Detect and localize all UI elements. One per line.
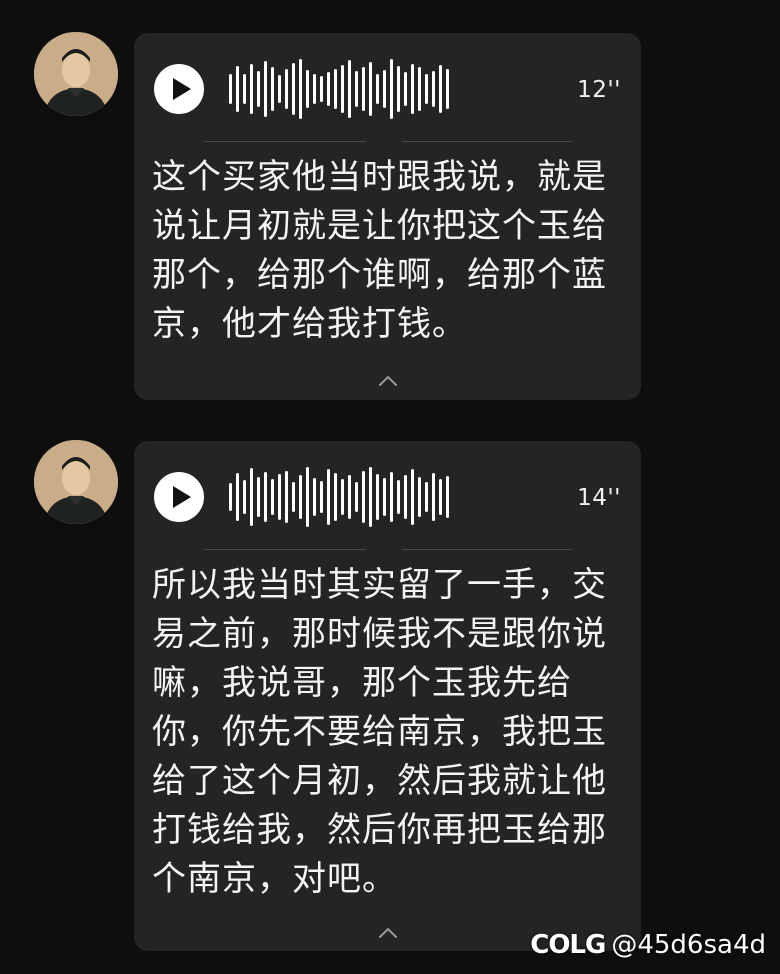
play-icon [173,78,191,100]
collapse-button[interactable] [375,371,401,391]
chevron-up-icon [379,927,397,938]
chat-page: 12'' 这个买家他当时跟我说，就是说让月初就是让你把这个玉给那个，给那个谁啊，… [0,0,780,974]
waveform-bar [250,64,253,114]
waveform-bar [271,67,274,111]
waveform-bar [285,471,288,523]
waveform-bar [362,471,365,523]
divider-left [204,141,366,142]
waveform-bar [383,70,386,108]
collapse-button[interactable] [375,923,401,943]
watermark-logo: COLG [530,930,606,960]
waveform-bar [446,476,449,518]
divider-left [204,549,366,550]
waveform-bar [418,67,421,111]
waveform-bar [292,63,295,115]
waveform-bar [264,61,267,117]
chevron-up-icon [379,375,397,386]
avatar[interactable] [34,32,118,116]
waveform-bar [320,481,323,513]
waveform-bar [250,468,253,526]
waveform-bar [369,467,372,527]
waveform-bar [285,69,288,109]
waveform-bar [432,71,435,107]
waveform-bar [243,480,246,514]
waveform-bar [292,482,295,512]
waveform-bar [376,74,379,104]
waveform-bar [355,71,358,107]
waveform-bar [439,479,442,515]
waveform-bar [397,66,400,112]
waveform-bar [348,475,351,519]
waveform-bar [425,482,428,512]
waveform-bar [397,480,400,514]
waveform-bar [264,472,267,522]
waveform-bar [229,74,232,104]
waveform-bar [348,60,351,118]
waveform-bar [278,474,281,520]
voice-message-bubble[interactable]: 14'' 所以我当时其实留了一手，交易之前，那时候我不是跟你说嘛，我说哥，那个玉… [134,441,641,951]
waveform-bar [334,473,337,521]
voice-transcript: 这个买家他当时跟我说，就是说让月初就是让你把这个玉给那个，给那个谁啊，给那个蓝京… [152,157,607,344]
waveform-bar [383,478,386,516]
waveform-bar [404,72,407,106]
play-icon [173,486,191,508]
voice-duration: 14'' [577,485,621,511]
waveform-bar [257,71,260,107]
waveform-bar [327,469,330,525]
waveform-bar [320,76,323,102]
waveform-bar [306,70,309,108]
waveform-bar [404,475,407,519]
waveform-bar [341,479,344,515]
waveform-bar [313,478,316,516]
divider-right [402,549,572,550]
watermark-handle: @45d6sa4d [611,930,766,960]
voice-message-bubble[interactable]: 12'' 这个买家他当时跟我说，就是说让月初就是让你把这个玉给那个，给那个谁啊，… [134,33,641,400]
voice-player: 14'' [134,441,641,551]
waveform-bar [341,65,344,113]
avatar[interactable] [34,440,118,524]
watermark: COLG @45d6sa4d [530,930,766,960]
waveform-bar [411,64,414,114]
waveform-bar [327,72,330,106]
divider-right [402,141,572,142]
waveform-bar [425,74,428,104]
waveform-bar [299,59,302,119]
voice-player: 12'' [134,33,641,143]
waveform-bar [257,477,260,517]
waveform-bar [446,69,449,109]
waveform-bar [334,69,337,109]
waveform-bar [313,74,316,104]
voice-transcript: 所以我当时其实留了一手，交易之前，那时候我不是跟你说嘛，我说哥，那个玉我先给你，… [152,565,607,899]
waveform-bar [362,67,365,111]
waveform-bar [390,59,393,119]
waveform-bar [243,74,246,104]
waveform-bar [411,469,414,525]
waveform-bar [236,473,239,521]
waveform-bar [355,482,358,512]
play-button[interactable] [154,472,204,522]
waveform-bar [432,473,435,521]
waveform-bar [390,472,393,522]
waveform-bar [229,483,232,511]
waveform-bar [236,66,239,112]
waveform-bar [369,62,372,116]
waveform-bar [439,65,442,113]
waveform-bar [299,475,302,519]
waveform-bar [418,477,421,517]
waveform-bar [278,75,281,103]
waveform-bar [306,467,309,527]
waveform-bar [376,474,379,520]
play-button[interactable] [154,64,204,114]
voice-duration: 12'' [577,77,621,103]
waveform-bar [271,479,274,515]
